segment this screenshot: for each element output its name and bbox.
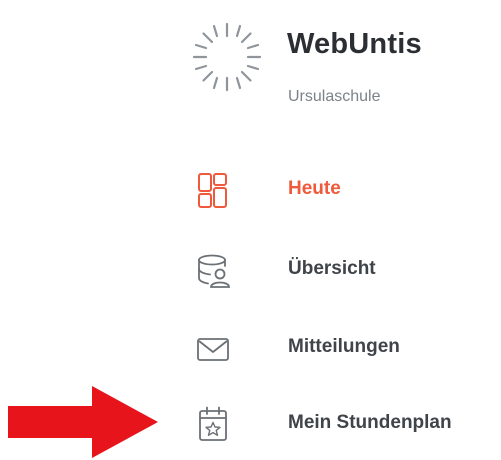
mail-icon [197,338,229,361]
nav-item-label: Heute [288,178,341,199]
nav-item-mitteilungen[interactable]: Mitteilungen [190,322,501,376]
app-title: WebUntis [287,28,422,60]
nav-item-label: Übersicht [288,258,376,279]
calendar-icon [199,406,227,441]
school-name: Ursulaschule [288,88,381,105]
nav-item-label: Mitteilungen [288,336,400,357]
today-grid-icon [198,173,227,208]
red-arrow-icon [8,386,158,458]
webuntis-logo-icon [192,22,262,92]
nav-item-mein-stundenplan[interactable]: Mein Stundenplan [190,398,501,452]
nav-item-uebersicht[interactable]: Übersicht [190,244,501,298]
overview-icon [198,254,230,288]
nav-item-label: Mein Stundenplan [288,412,452,433]
nav-item-heute[interactable]: Heute [190,164,501,218]
